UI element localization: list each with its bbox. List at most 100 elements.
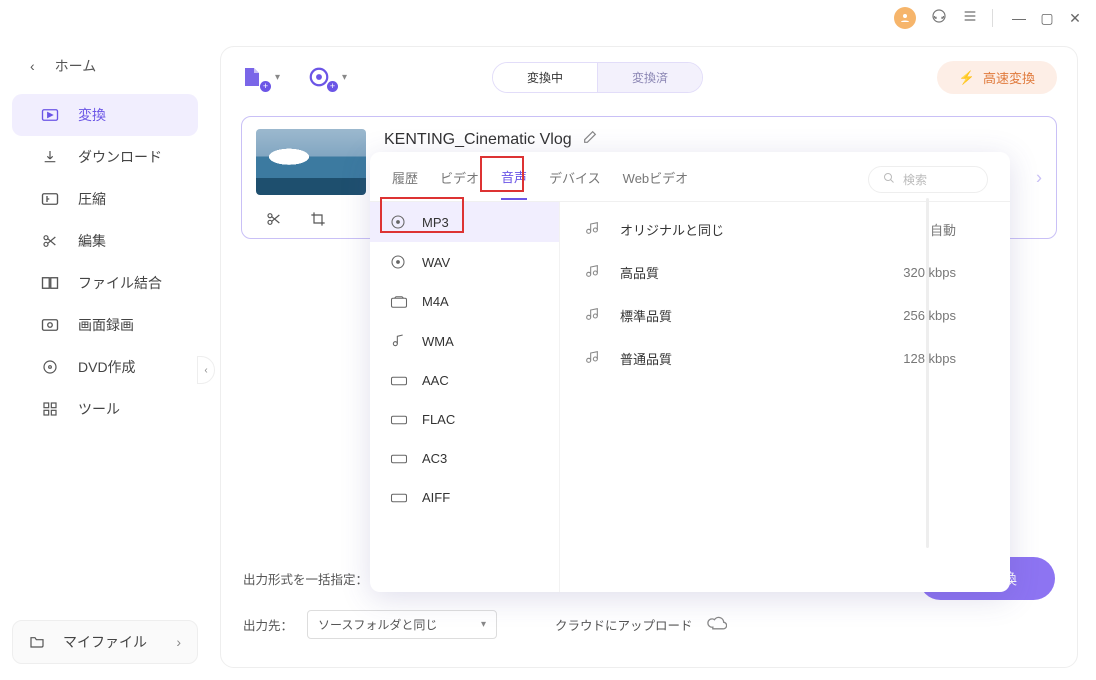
video-thumbnail[interactable] — [256, 129, 366, 195]
chevron-down-icon: ▾ — [481, 619, 486, 630]
add-file-caret[interactable]: ▾ — [275, 72, 280, 83]
format-item-wav[interactable]: WAV — [370, 242, 559, 282]
format-icon — [390, 295, 408, 309]
scissors-icon — [40, 233, 60, 249]
format-label: MP3 — [422, 215, 449, 230]
add-disc-caret[interactable]: ▾ — [342, 72, 347, 83]
toolbar: + ▾ + ▾ 変換中 変換済 ⚡ 高速変換 — [221, 47, 1077, 98]
disc-icon — [40, 359, 60, 375]
format-label: AC3 — [422, 451, 447, 466]
quality-item[interactable]: 標準品質256 kbps — [560, 294, 1010, 337]
cloud-label: クラウドにアップロード — [555, 615, 693, 634]
segment-converting[interactable]: 変換中 — [493, 63, 598, 92]
sidebar-item-edit[interactable]: 編集 — [12, 220, 198, 262]
format-list[interactable]: MP3 WAV M4A WMA AAC FLAC AC3 AIFF — [370, 202, 560, 592]
quality-item[interactable]: オリジナルと同じ自動 — [560, 208, 1010, 251]
chevron-right-icon: › — [176, 634, 181, 650]
quality-label: 標準品質 — [620, 306, 672, 325]
sidebar-item-download[interactable]: ダウンロード — [12, 136, 198, 178]
format-item-mp3[interactable]: MP3 — [370, 202, 559, 242]
sidebar-collapse-handle[interactable]: ‹ — [197, 356, 215, 384]
download-icon — [40, 149, 60, 165]
rename-icon[interactable] — [582, 129, 598, 150]
sidebar-item-dvd[interactable]: DVD作成 — [12, 346, 198, 388]
music-note-icon — [584, 349, 602, 368]
quality-item[interactable]: 高品質 320 kbps — [560, 251, 1010, 294]
back-label: ホーム — [55, 56, 97, 76]
window-maximize[interactable]: ▢ — [1040, 10, 1054, 27]
chevron-left-icon: ‹ — [30, 58, 35, 74]
quality-rate: 128 kbps — [903, 351, 956, 366]
quality-list: オリジナルと同じ自動高品質 320 kbps 標準品質256 kbps 普通品質 128… — [560, 202, 1010, 592]
cloud-icon[interactable] — [707, 615, 727, 634]
window-minimize[interactable]: — — [1012, 10, 1026, 26]
format-icon — [390, 214, 408, 230]
format-label: M4A — [422, 294, 449, 309]
card-chevron-icon: › — [1036, 167, 1042, 188]
trim-icon[interactable] — [266, 211, 282, 230]
grid-icon — [40, 401, 60, 417]
sidebar-item-merge[interactable]: ファイル結合 — [12, 262, 198, 304]
popup-tabs: 履歴 ビデオ 音声 デバイス Webビデオ 検索 — [370, 152, 1010, 202]
format-item-wma[interactable]: WMA — [370, 321, 559, 361]
format-item-m4a[interactable]: M4A — [370, 282, 559, 321]
support-icon[interactable] — [930, 7, 948, 30]
sidebar-item-label: ツール — [78, 399, 120, 419]
quality-item[interactable]: 普通品質 128 kbps — [560, 337, 1010, 380]
add-disc-button[interactable]: + — [308, 66, 336, 90]
format-search[interactable]: 検索 — [868, 166, 988, 193]
tab-history[interactable]: 履歴 — [392, 168, 418, 199]
format-item-flac[interactable]: FLAC — [370, 400, 559, 439]
format-icon — [390, 453, 408, 465]
format-icon — [390, 492, 408, 504]
tab-device[interactable]: デバイス — [549, 168, 601, 199]
quality-label: 高品質 — [620, 263, 659, 282]
format-item-aiff[interactable]: AIFF — [370, 478, 559, 517]
add-file-button[interactable]: + — [241, 66, 269, 90]
sidebar-item-label: DVD作成 — [78, 357, 136, 377]
format-popup: 履歴 ビデオ 音声 デバイス Webビデオ 検索 MP3 WAV M4A WMA AAC… — [370, 152, 1010, 592]
tab-video[interactable]: ビデオ — [440, 168, 479, 199]
quality-rate: 320 kbps — [903, 265, 956, 280]
back-home[interactable]: ‹ ホーム — [0, 46, 210, 94]
tab-audio[interactable]: 音声 — [501, 167, 527, 200]
convert-icon — [40, 108, 60, 122]
search-placeholder: 検索 — [903, 171, 927, 188]
window-close[interactable]: ✕ — [1068, 10, 1082, 27]
sidebar-item-label: 変換 — [78, 105, 106, 125]
format-item-aac[interactable]: AAC — [370, 361, 559, 400]
crop-icon[interactable] — [310, 211, 326, 230]
user-avatar[interactable] — [894, 7, 916, 29]
output-dest-select[interactable]: ソースフォルダと同じ ▾ — [307, 610, 497, 639]
sidebar-item-compress[interactable]: 圧縮 — [12, 178, 198, 220]
format-label: AIFF — [422, 490, 450, 505]
format-item-ac3[interactable]: AC3 — [370, 439, 559, 478]
music-note-icon — [584, 263, 602, 282]
format-icon — [390, 375, 408, 387]
fast-convert-label: 高速変換 — [983, 68, 1035, 87]
format-icon — [390, 414, 408, 426]
menu-icon[interactable] — [962, 8, 978, 29]
segment-converted[interactable]: 変換済 — [598, 63, 702, 92]
compress-icon — [40, 192, 60, 206]
fast-convert-button[interactable]: ⚡ 高速変換 — [937, 61, 1057, 94]
status-segment: 変換中 変換済 — [492, 62, 703, 93]
sidebar-item-label: 画面録画 — [78, 315, 134, 335]
sidebar-item-label: 編集 — [78, 231, 106, 251]
file-name: KENTING_Cinematic Vlog — [384, 131, 572, 149]
music-note-icon — [584, 306, 602, 325]
sidebar-item-record[interactable]: 画面録画 — [12, 304, 198, 346]
sidebar-item-tools[interactable]: ツール — [12, 388, 198, 430]
my-files-button[interactable]: マイファイル › — [12, 620, 198, 664]
record-icon — [40, 318, 60, 332]
quality-label: 普通品質 — [620, 349, 672, 368]
format-label: WMA — [422, 334, 454, 349]
sidebar-item-convert[interactable]: 変換 — [12, 94, 198, 136]
output-format-label: 出力形式を一括指定： — [243, 569, 368, 588]
quality-label: オリジナルと同じ — [620, 220, 724, 239]
folder-icon — [29, 634, 45, 651]
format-label: AAC — [422, 373, 449, 388]
merge-icon — [40, 276, 60, 290]
sidebar-item-label: ダウンロード — [78, 147, 162, 167]
tab-webvideo[interactable]: Webビデオ — [623, 168, 689, 199]
